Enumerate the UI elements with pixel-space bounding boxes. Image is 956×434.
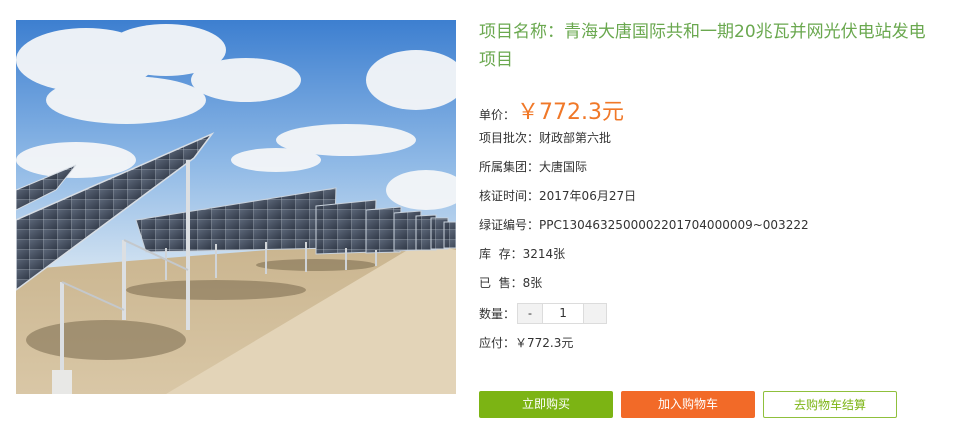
- product-info: 项目名称：青海大唐国际共和一期20兆瓦并网光伏电站发电项目 单价： ￥772.3…: [479, 18, 939, 358]
- detail-group: 所属集团：大唐国际: [479, 153, 939, 182]
- quantity-label: 数量：: [479, 307, 516, 321]
- price-label: 单价：: [479, 108, 516, 122]
- quantity-decrease-button[interactable]: -: [518, 304, 543, 323]
- payable-row: 应付：￥772.3元: [479, 329, 939, 358]
- detail-label: 所属集团：: [479, 160, 540, 174]
- detail-value: PPC1304632500002201704000009~003222: [539, 218, 809, 232]
- quantity-input[interactable]: 1: [542, 304, 585, 323]
- detail-value: 3214张: [522, 247, 566, 261]
- add-to-cart-button[interactable]: 加入购物车: [621, 391, 755, 418]
- detail-label: 绿证编号：: [479, 218, 540, 232]
- detail-cert-date: 核证时间：2017年06月27日: [479, 182, 939, 211]
- detail-label: 库 存：: [479, 247, 523, 261]
- action-buttons: 立即购买 加入购物车 去购物车结算: [479, 391, 897, 418]
- product-title: 项目名称：青海大唐国际共和一期20兆瓦并网光伏电站发电项目: [479, 22, 926, 70]
- detail-value: 8张: [522, 276, 543, 290]
- product-photo: [16, 20, 456, 394]
- detail-label: 核证时间：: [479, 189, 540, 203]
- buy-now-button[interactable]: 立即购买: [479, 391, 613, 418]
- detail-value: 财政部第六批: [539, 131, 612, 145]
- price-row: 单价： ￥772.3元: [479, 94, 939, 125]
- detail-value: 大唐国际: [539, 160, 588, 174]
- detail-cert-number: 绿证编号：PPC1304632500002201704000009~003222: [479, 211, 939, 240]
- payable-value: ￥772.3元: [515, 336, 574, 350]
- payable-label: 应付：: [479, 336, 516, 350]
- solar-farm-image: [16, 20, 456, 394]
- detail-value: 2017年06月27日: [539, 189, 637, 203]
- detail-label: 项目批次：: [479, 131, 540, 145]
- detail-stock: 库 存：3214张: [479, 240, 939, 269]
- unit-price: ￥772.3元: [517, 100, 624, 125]
- detail-sold: 已 售：8张: [479, 269, 939, 298]
- detail-batch: 项目批次：财政部第六批: [479, 124, 939, 153]
- checkout-button[interactable]: 去购物车结算: [763, 391, 897, 418]
- quantity-row: 数量： - 1: [479, 298, 939, 329]
- quantity-increase-button[interactable]: [584, 304, 607, 323]
- detail-label: 已 售：: [479, 276, 523, 290]
- quantity-stepper: - 1: [517, 303, 608, 324]
